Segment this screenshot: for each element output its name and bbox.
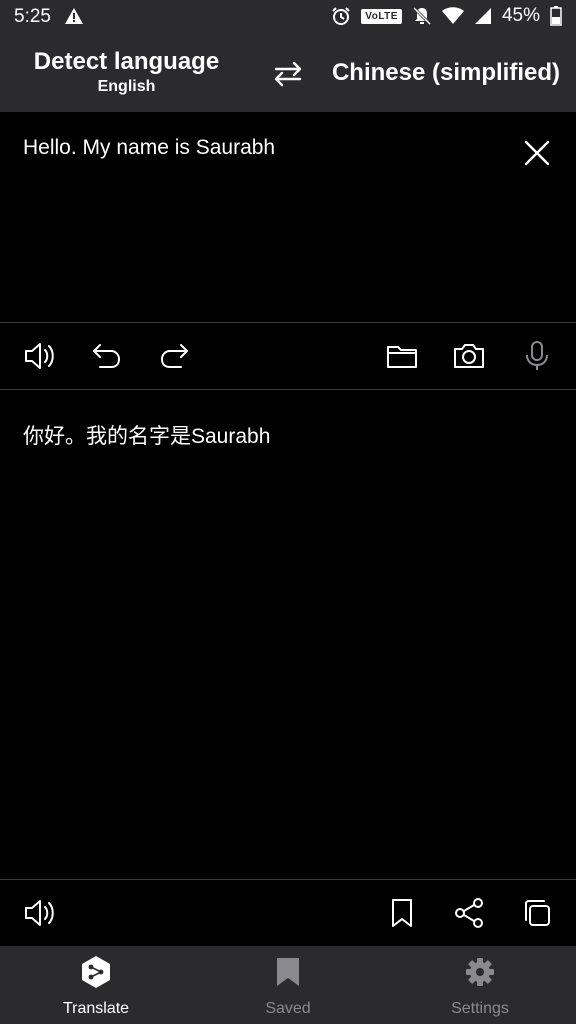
status-bar: 5:25 VoLTE 45%: [0, 0, 576, 34]
mute-icon: [412, 6, 432, 26]
gear-icon: [400, 954, 560, 990]
nav-saved[interactable]: Saved: [208, 954, 368, 1018]
source-toolbar: [0, 323, 576, 389]
translate-icon: [16, 954, 176, 990]
translated-text: 你好。我的名字是Saurabh: [23, 425, 271, 448]
bookmark-icon: [392, 899, 412, 927]
redo-button[interactable]: [157, 339, 191, 373]
open-file-button[interactable]: [385, 339, 419, 373]
speak-source-button[interactable]: [22, 339, 56, 373]
bottom-navigation: Translate Saved Settings: [0, 946, 576, 1024]
speaker-icon: [25, 343, 54, 369]
camera-icon: [454, 344, 484, 368]
translation-toolbar: [0, 880, 576, 946]
nav-settings[interactable]: Settings: [400, 954, 560, 1018]
save-translation-button[interactable]: [385, 896, 419, 930]
translation-area: 你好。我的名字是Saurabh: [0, 390, 576, 878]
source-text-area[interactable]: Hello. My name is Saurabh: [0, 112, 576, 322]
camera-button[interactable]: [452, 339, 486, 373]
undo-button[interactable]: [90, 339, 124, 373]
microphone-icon: [526, 341, 548, 370]
nav-settings-label: Settings: [451, 1000, 509, 1017]
redo-icon: [160, 344, 188, 368]
swap-languages-button[interactable]: [268, 54, 308, 94]
nav-translate[interactable]: Translate: [16, 954, 176, 1018]
undo-icon: [93, 344, 121, 368]
nav-saved-label: Saved: [265, 1000, 311, 1017]
volte-badge: VoLTE: [361, 8, 402, 24]
copy-icon: [525, 900, 550, 926]
battery-icon: [550, 6, 562, 26]
share-icon: [455, 898, 483, 928]
source-language-label: Detect language: [33, 48, 220, 75]
signal-icon: [474, 7, 492, 25]
detected-language-label: English: [97, 78, 156, 95]
language-bar: Detect language English Chinese (simplif…: [0, 34, 576, 112]
speaker-icon: [25, 900, 54, 926]
source-text[interactable]: Hello. My name is Saurabh: [23, 136, 275, 160]
copy-button[interactable]: [520, 896, 554, 930]
alarm-icon: [331, 6, 351, 26]
nav-translate-label: Translate: [62, 1000, 130, 1017]
microphone-button[interactable]: [520, 339, 554, 373]
close-icon: [524, 140, 550, 166]
folder-icon: [387, 346, 417, 368]
wifi-icon: [441, 7, 464, 25]
swap-arrows-icon: [274, 61, 302, 87]
share-button[interactable]: [452, 896, 486, 930]
clear-text-button[interactable]: [522, 138, 552, 168]
warning-icon: [64, 7, 84, 25]
speak-translation-button[interactable]: [22, 896, 56, 930]
status-icons: VoLTE 45%: [331, 5, 562, 27]
bookmark-icon: [208, 954, 368, 990]
battery-percent: 45%: [501, 5, 540, 26]
status-time: 5:25: [14, 6, 51, 27]
target-language-selector[interactable]: Chinese (simplified): [332, 59, 560, 87]
source-language-selector[interactable]: Detect language English: [24, 48, 229, 96]
